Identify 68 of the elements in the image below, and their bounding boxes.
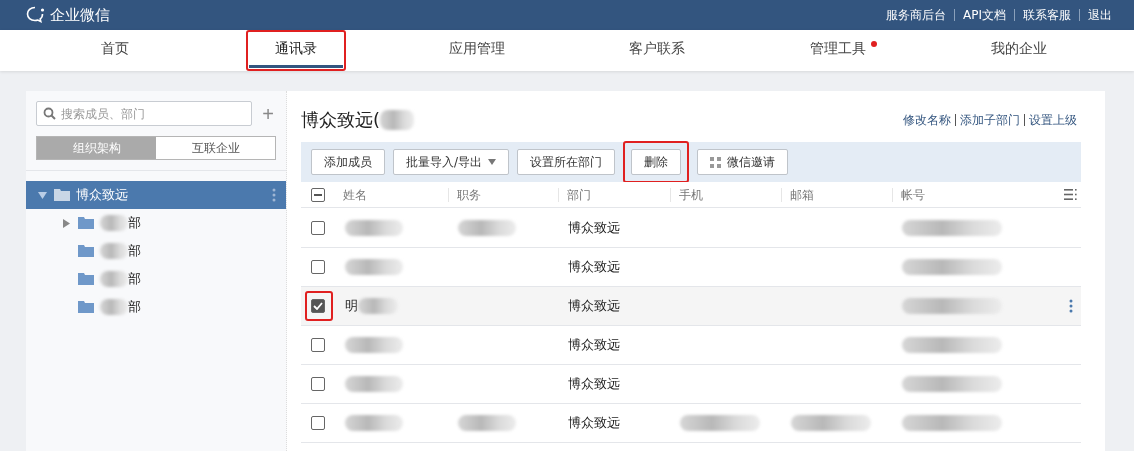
- table-cell: 博众致远: [568, 336, 620, 354]
- table-cell: 博众致远: [568, 258, 620, 276]
- nav-tab[interactable]: 我的企业: [986, 30, 1051, 71]
- toolbar-button[interactable]: 微信邀请: [697, 149, 789, 175]
- column-header: 帐号: [892, 187, 1052, 202]
- row-checkbox[interactable]: [311, 299, 325, 313]
- folder-icon: [54, 189, 70, 201]
- collapse-triangle-icon[interactable]: [38, 190, 47, 200]
- minus-icon: [314, 193, 322, 196]
- header-link[interactable]: 退出: [1079, 9, 1120, 21]
- row-checkbox[interactable]: [311, 220, 325, 235]
- column-settings-icon[interactable]: [1064, 189, 1078, 200]
- row-checkbox[interactable]: [311, 416, 325, 430]
- chat-bubble-logo-icon: [26, 6, 46, 24]
- tree-item[interactable]: 部: [26, 209, 286, 237]
- folder-icon: [78, 217, 94, 229]
- nav-tab[interactable]: 客户联系: [625, 30, 690, 71]
- checkmark-icon: [313, 302, 323, 310]
- tree-item-label: 部: [128, 270, 141, 288]
- folder-icon: [78, 245, 94, 257]
- header-link[interactable]: 服务商后台: [878, 9, 954, 21]
- more-icon[interactable]: [1069, 299, 1073, 313]
- table-cell: 博众致远: [568, 375, 620, 393]
- caret-icon: [488, 159, 497, 165]
- tree-item[interactable]: 部: [26, 265, 286, 293]
- header-link[interactable]: 联系客服: [1014, 9, 1079, 21]
- nav-tab[interactable]: 首页: [97, 30, 134, 71]
- column-header: 职务: [448, 187, 558, 202]
- toolbar-button[interactable]: 添加成员: [311, 149, 385, 175]
- column-header: 姓名: [342, 187, 368, 202]
- column-header: 邮箱: [781, 187, 892, 202]
- expand-triangle-icon[interactable]: [62, 218, 71, 228]
- tree-item-label: 博众致远: [76, 186, 128, 204]
- tree-item[interactable]: 博众致远: [26, 181, 286, 209]
- table-cell: 博众致远: [568, 218, 620, 237]
- tree-item[interactable]: 部: [26, 237, 286, 265]
- search-icon: [43, 107, 56, 120]
- row-checkbox[interactable]: [311, 338, 325, 352]
- table-cell: 明: [345, 297, 358, 315]
- column-header: 手机: [670, 187, 781, 202]
- action-link[interactable]: 修改名称: [899, 113, 955, 126]
- department-title: 博众致远(: [301, 107, 381, 132]
- row-checkbox[interactable]: [311, 260, 325, 274]
- action-link[interactable]: 添加子部门: [955, 113, 1024, 126]
- select-all-checkbox[interactable]: [311, 187, 325, 202]
- row-checkbox[interactable]: [311, 377, 325, 391]
- toolbar-button[interactable]: 批量导入/导出: [393, 149, 510, 175]
- action-link[interactable]: 设置上级: [1024, 113, 1081, 126]
- app-logo-text: 企业微信: [50, 5, 110, 25]
- header-link[interactable]: API文档: [954, 9, 1014, 21]
- tree-item-label: 部: [128, 242, 141, 260]
- nav-tab[interactable]: 管理工具: [806, 30, 870, 71]
- toolbar-button[interactable]: 删除: [631, 149, 682, 175]
- toolbar-button[interactable]: 设置所在部门: [517, 149, 616, 175]
- tree-item-label: 部: [128, 214, 141, 232]
- nav-tab[interactable]: 通讯录: [249, 33, 343, 68]
- folder-icon: [78, 273, 94, 285]
- folder-icon: [78, 301, 94, 313]
- table-cell: 博众致远: [568, 297, 620, 315]
- table-cell: 博众致远: [568, 414, 620, 432]
- tree-item-label: 部: [128, 298, 141, 316]
- column-header: 部门: [558, 187, 670, 202]
- segment-tab[interactable]: 互联企业: [156, 137, 275, 159]
- grid-icon: [710, 156, 722, 168]
- nav-tab[interactable]: 应用管理: [444, 30, 509, 71]
- tree-item[interactable]: 部: [26, 293, 286, 321]
- search-field[interactable]: 搜索成员、部门: [36, 101, 253, 126]
- table-row[interactable]: 明 博众致远: [301, 287, 1081, 326]
